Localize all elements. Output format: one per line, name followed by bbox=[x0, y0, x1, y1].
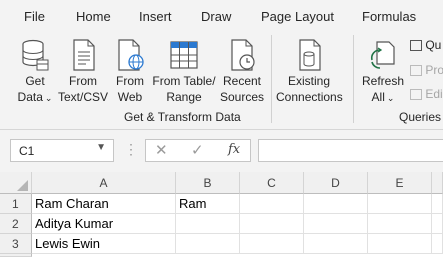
ribbon: Get Data ⌄ From Text/CSV From Web From T… bbox=[0, 32, 443, 130]
column-header-a[interactable]: A bbox=[32, 172, 176, 194]
cell-b1[interactable]: Ram bbox=[176, 194, 240, 214]
database-icon bbox=[22, 39, 49, 71]
cell-d2[interactable] bbox=[304, 214, 368, 234]
column-header-f[interactable] bbox=[432, 172, 443, 194]
from-text-csv-label-line2: Text/CSV bbox=[58, 90, 109, 104]
cell-b3[interactable] bbox=[176, 234, 240, 254]
recent-file-clock-icon bbox=[231, 39, 255, 71]
cancel-icon[interactable]: ✕ bbox=[155, 141, 168, 159]
cell-e3[interactable] bbox=[368, 234, 432, 254]
edit-links-button[interactable]: Edi bbox=[410, 87, 443, 101]
cell-e2[interactable] bbox=[368, 214, 432, 234]
from-web-label-line1: From bbox=[116, 74, 144, 88]
from-table-range-label-line1: From Table/ bbox=[152, 74, 216, 88]
cell-b2[interactable] bbox=[176, 214, 240, 234]
chevron-down-icon: ⌄ bbox=[44, 93, 53, 103]
web-page-globe-icon bbox=[118, 39, 144, 71]
refresh-icon bbox=[370, 41, 395, 69]
select-all-triangle-icon bbox=[17, 180, 28, 191]
cell-f2[interactable] bbox=[432, 214, 443, 234]
column-header-c[interactable]: C bbox=[240, 172, 304, 194]
from-web-button[interactable]: From Web bbox=[110, 38, 150, 105]
enter-check-icon[interactable]: ✓ bbox=[191, 141, 204, 159]
group-label-get-transform: Get & Transform Data bbox=[124, 110, 241, 124]
cell-e1[interactable] bbox=[368, 194, 432, 214]
get-data-button[interactable]: Get Data ⌄ bbox=[12, 38, 58, 106]
queries-label: Qu bbox=[425, 38, 442, 52]
queries-icon bbox=[410, 40, 422, 52]
recent-sources-label-line1: Recent bbox=[222, 74, 262, 88]
name-box[interactable]: C1 ▼ bbox=[10, 139, 114, 162]
from-text-csv-label-line1: From bbox=[69, 74, 97, 88]
name-box-dropdown-icon[interactable]: ▼ bbox=[96, 142, 106, 153]
get-data-label-line1: Get bbox=[25, 74, 45, 88]
from-web-label-line2: Web bbox=[117, 90, 143, 104]
refresh-all-label-line1: Refresh bbox=[361, 74, 405, 88]
formula-bar-grip-icon[interactable]: ⋮ bbox=[124, 141, 138, 158]
row-header-2[interactable]: 2 bbox=[0, 214, 32, 234]
row-header-3[interactable]: 3 bbox=[0, 234, 32, 254]
existing-connections-button[interactable]: Existing Connections bbox=[276, 38, 343, 105]
existing-connections-label-line2: Connections bbox=[276, 90, 343, 104]
column-header-d[interactable]: D bbox=[304, 172, 368, 194]
refresh-all-button[interactable]: Refresh All ⌄ bbox=[360, 38, 406, 106]
tab-formulas[interactable]: Formulas bbox=[362, 9, 416, 24]
formula-buttons: ✕ ✓ fx bbox=[145, 139, 251, 162]
cell-a2[interactable]: Aditya Kumar bbox=[32, 214, 176, 234]
properties-button[interactable]: Pro bbox=[410, 63, 443, 77]
existing-connections-label-line1: Existing bbox=[287, 74, 331, 88]
cell-d3[interactable] bbox=[304, 234, 368, 254]
column-header-e[interactable]: E bbox=[368, 172, 432, 194]
table-icon bbox=[170, 41, 198, 69]
cell-c2[interactable] bbox=[240, 214, 304, 234]
cell-f3[interactable] bbox=[432, 234, 443, 254]
row-header-1[interactable]: 1 bbox=[0, 194, 32, 214]
from-table-range-button[interactable]: From Table/ Range bbox=[151, 38, 217, 105]
tab-insert[interactable]: Insert bbox=[139, 9, 172, 24]
edit-links-label: Edi bbox=[425, 87, 443, 101]
column-header-b[interactable]: B bbox=[176, 172, 240, 194]
cell-d1[interactable] bbox=[304, 194, 368, 214]
properties-icon bbox=[410, 65, 422, 77]
from-table-range-label-line2: Range bbox=[166, 90, 202, 104]
cell-f1[interactable] bbox=[432, 194, 443, 214]
tab-home[interactable]: Home bbox=[76, 9, 111, 24]
formula-input[interactable] bbox=[258, 139, 443, 162]
properties-label: Pro bbox=[425, 63, 443, 77]
refresh-all-label-line2: All bbox=[371, 90, 385, 104]
insert-function-icon[interactable]: fx bbox=[228, 142, 240, 157]
tab-draw[interactable]: Draw bbox=[201, 9, 231, 24]
name-box-value: C1 bbox=[19, 144, 35, 158]
connection-file-icon bbox=[299, 39, 321, 71]
cell-c1[interactable] bbox=[240, 194, 304, 214]
from-text-csv-button[interactable]: From Text/CSV bbox=[58, 38, 108, 105]
ribbon-separator bbox=[271, 35, 272, 123]
group-label-queries: Queries & bbox=[399, 110, 443, 124]
recent-sources-label-line2: Sources bbox=[219, 90, 265, 104]
tab-file[interactable]: File bbox=[24, 9, 45, 24]
group-separator bbox=[353, 35, 354, 123]
cell-a3[interactable]: Lewis Ewin bbox=[32, 234, 176, 254]
cell-c3[interactable] bbox=[240, 234, 304, 254]
edit-links-icon bbox=[410, 89, 422, 101]
select-all-corner[interactable] bbox=[0, 172, 32, 194]
cell-a1[interactable]: Ram Charan bbox=[32, 194, 176, 214]
chevron-down-icon: ⌄ bbox=[386, 93, 395, 103]
queries-connections-button[interactable]: Qu bbox=[410, 38, 441, 52]
get-data-label-line2: Data bbox=[17, 90, 43, 104]
menu-bar: File Home Insert Draw Page Layout Formul… bbox=[0, 0, 443, 32]
text-file-icon bbox=[73, 39, 95, 71]
recent-sources-button[interactable]: Recent Sources bbox=[218, 38, 266, 105]
tab-page-layout[interactable]: Page Layout bbox=[261, 9, 334, 24]
